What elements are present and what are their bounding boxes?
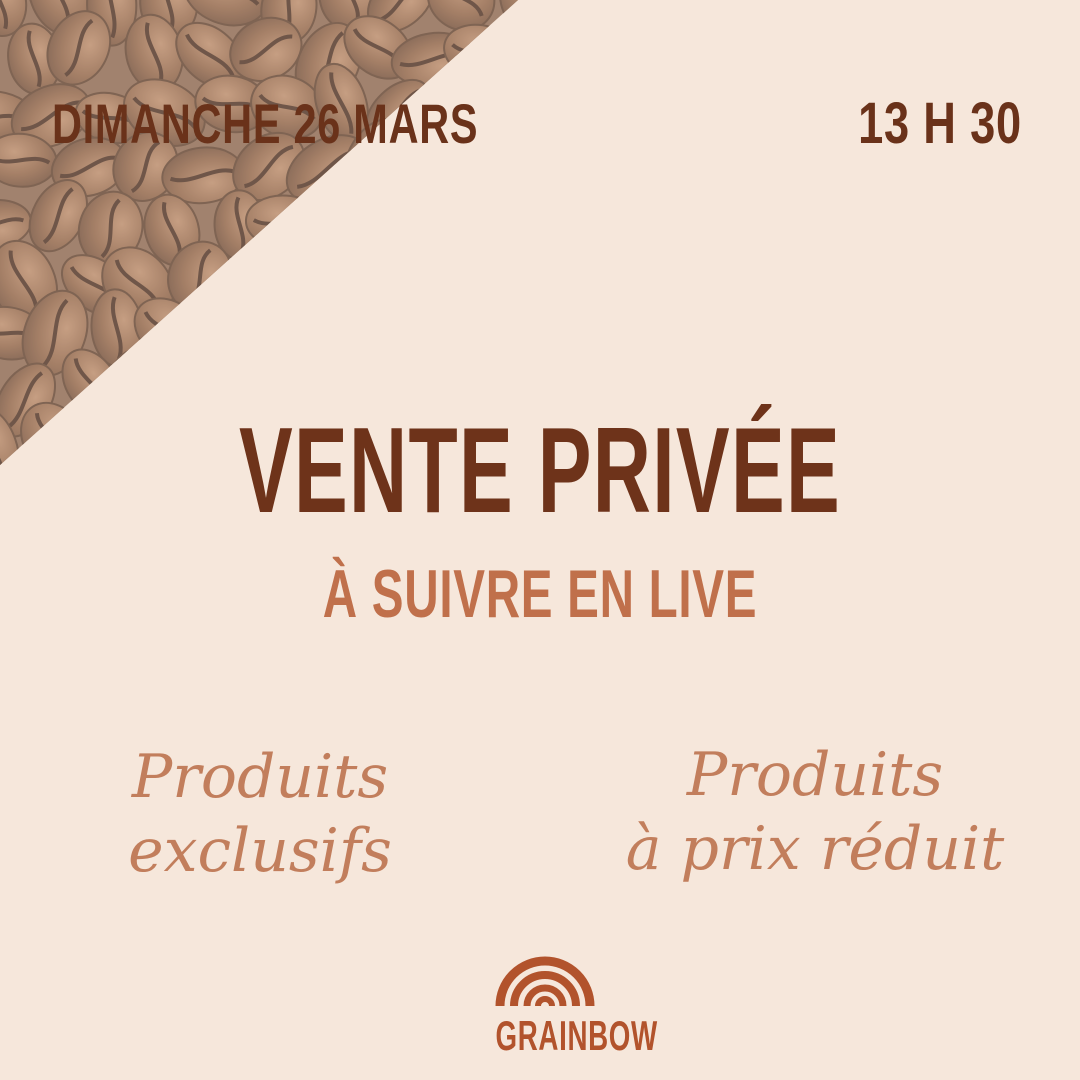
coffee-beans-image (0, 0, 606, 465)
coffee-bean (255, 304, 325, 366)
coffee-bean (193, 313, 274, 365)
event-date: DIMANCHE 26 MARS (52, 92, 479, 155)
rainbow-arches-icon (495, 956, 595, 1006)
coffee-bean (300, 301, 379, 364)
event-time: 13 H 30 (858, 91, 1022, 156)
coffee-bean (291, 250, 355, 327)
coffee-bean (360, 194, 436, 251)
feature-reduced-price-products: Produits à prix réduit (625, 740, 1005, 884)
coffee-bean (408, 241, 472, 320)
feature-exclusive-products: Produits exclusifs (128, 742, 392, 886)
coffee-bean (343, 250, 413, 312)
coffee-bean (431, 184, 483, 272)
coffee-bean (378, 298, 449, 362)
coffee-bean (516, 249, 518, 309)
coffee-bean (487, 80, 518, 136)
brand-logo: GRAINBOW (470, 940, 658, 1070)
coffee-bean (472, 136, 518, 208)
coffee-bean (430, 308, 512, 373)
coffee-bean (230, 252, 304, 315)
coffee-bean (300, 197, 378, 259)
coffee-bean (486, 183, 518, 259)
headline-subtitle: À SUIVRE EN LIVE (322, 556, 758, 632)
coffee-bean (528, 10, 594, 101)
brand-name: GRAINBOW (495, 1012, 658, 1059)
coffee-bean (515, 128, 606, 214)
headline-title: VENTE PRIVÉE (238, 402, 842, 538)
coffee-bean (449, 237, 518, 310)
flyer: DIMANCHE 26 MARS 13 H 30 VENTE PRIVÉE À … (0, 0, 1080, 1080)
coffee-bean (487, 303, 518, 373)
coffee-bean (67, 418, 146, 465)
